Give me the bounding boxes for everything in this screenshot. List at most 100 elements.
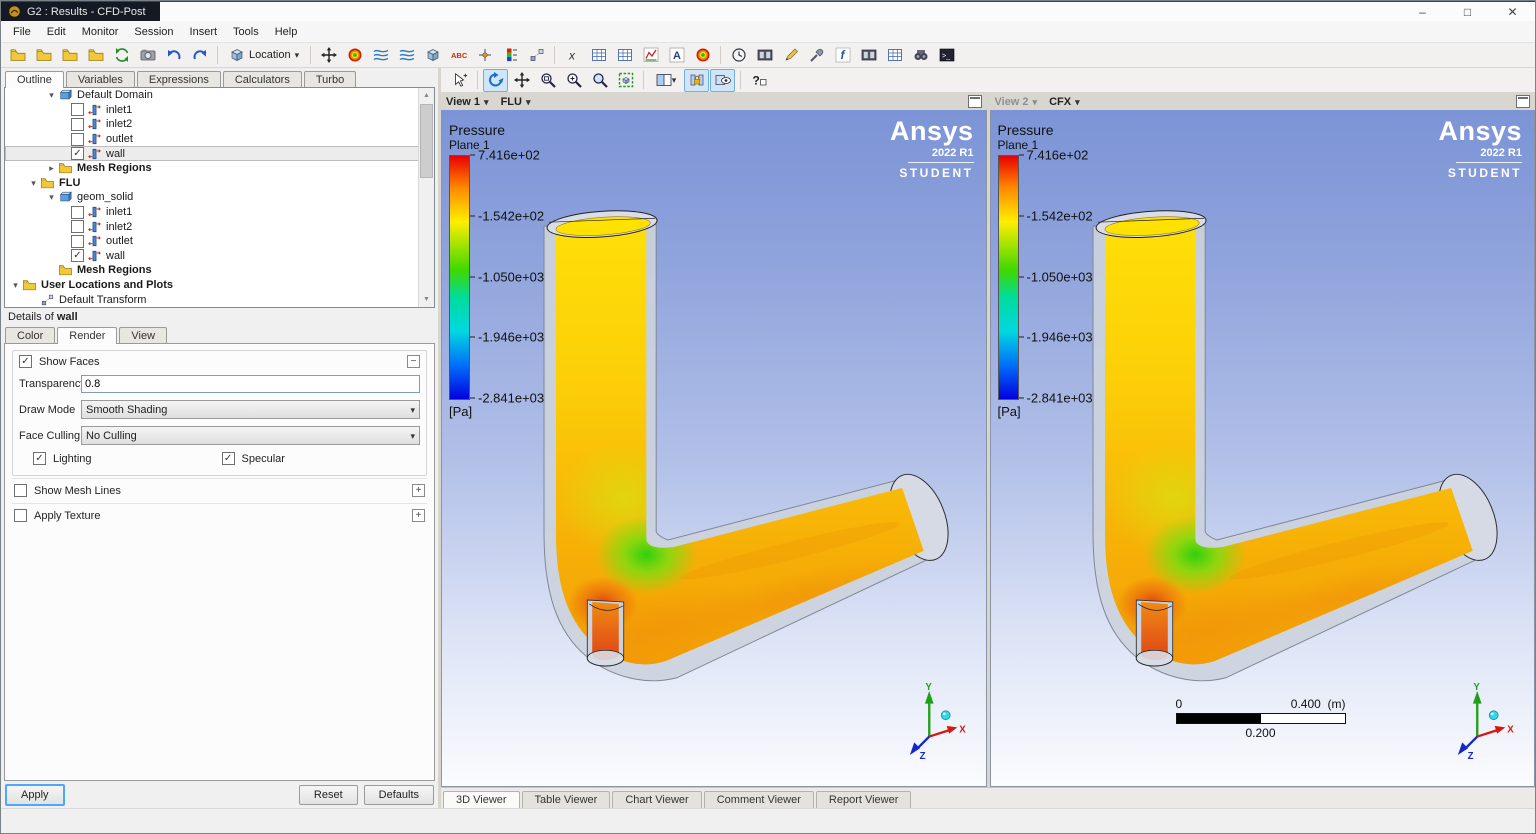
tree-item-default-transform[interactable]: Default Transform <box>5 292 434 307</box>
snapshot-button[interactable] <box>135 44 160 67</box>
tree-item-outlet[interactable]: outlet <box>5 132 434 147</box>
collapse-show-faces-button[interactable] <box>407 355 420 368</box>
calculators-button[interactable] <box>882 44 907 67</box>
select-tool-button[interactable] <box>447 69 472 92</box>
animation-button[interactable] <box>752 44 777 67</box>
tab-render[interactable]: Render <box>57 327 117 344</box>
expander-icon[interactable] <box>45 191 58 203</box>
transparency-input[interactable] <box>81 375 420 393</box>
expand-apply-texture-button[interactable] <box>412 509 425 522</box>
menu-help[interactable]: Help <box>267 23 306 41</box>
chevron-down-icon[interactable] <box>1033 96 1038 108</box>
export-button[interactable] <box>83 44 108 67</box>
axis-triad[interactable] <box>906 682 968 764</box>
minimize-button[interactable]: – <box>1400 2 1445 21</box>
3d-viewport-2[interactable]: Pressure Plane 1 7.416e+02 -1.542e+02 -1… <box>990 110 1536 787</box>
tab-calculators[interactable]: Calculators <box>223 71 302 88</box>
defaults-button[interactable]: Defaults <box>364 785 434 805</box>
chart-button[interactable] <box>638 44 663 67</box>
chevron-down-icon[interactable] <box>1075 96 1080 108</box>
3d-viewport-1[interactable]: Pressure Plane 1 7.416e+02 -1.542e+02 -1… <box>441 110 987 787</box>
text-label-button[interactable] <box>446 44 471 67</box>
sync-camera-button[interactable] <box>710 69 735 92</box>
expander-icon[interactable] <box>45 89 58 101</box>
close-button[interactable]: ✕ <box>1490 2 1535 21</box>
table-button[interactable] <box>612 44 637 67</box>
visibility-checkbox[interactable] <box>71 220 84 233</box>
redo-button[interactable] <box>187 44 212 67</box>
tree-item-geom-solid[interactable]: geom_solid <box>5 190 434 205</box>
pan-tool-button[interactable] <box>509 69 534 92</box>
face-culling-select[interactable]: No Culling <box>81 426 420 445</box>
visibility-checkbox[interactable] <box>71 103 84 116</box>
save-project-as-button[interactable] <box>57 44 82 67</box>
menu-insert[interactable]: Insert <box>182 23 226 41</box>
view-1-case-selector[interactable]: FLU <box>501 96 522 108</box>
visibility-checkbox[interactable] <box>71 235 84 248</box>
tab-3d-viewer[interactable]: 3D Viewer <box>443 791 520 808</box>
tree-item-inlet1[interactable]: inlet1 <box>5 103 434 118</box>
split-view-button[interactable] <box>649 69 683 92</box>
tree-scrollbar[interactable]: ▲ ▼ <box>418 88 434 307</box>
title-drag-area[interactable] <box>160 2 1400 21</box>
tab-table-viewer[interactable]: Table Viewer <box>522 791 611 808</box>
show-faces-checkbox[interactable] <box>19 355 32 368</box>
tree-item-mesh-regions-2[interactable]: Mesh Regions <box>5 263 434 278</box>
tab-color[interactable]: Color <box>5 327 55 344</box>
load-results-button[interactable] <box>5 44 30 67</box>
magnify-tool-button[interactable] <box>587 69 612 92</box>
probe-point-button[interactable] <box>472 44 497 67</box>
refresh-button[interactable] <box>109 44 134 67</box>
probe-tool-button[interactable] <box>804 44 829 67</box>
rotate-tool-button[interactable] <box>483 69 508 92</box>
view-2-selector[interactable]: View 2 <box>995 96 1029 108</box>
scroll-down-arrow[interactable]: ▼ <box>419 292 434 307</box>
contour-button[interactable] <box>342 44 367 67</box>
menu-edit[interactable]: Edit <box>39 23 74 41</box>
scrollbar-thumb[interactable] <box>420 104 433 178</box>
apply-button[interactable]: Apply <box>5 784 65 806</box>
lighting-checkbox[interactable] <box>33 452 46 465</box>
view-1-selector[interactable]: View 1 <box>446 96 480 108</box>
table-alpha-button[interactable] <box>586 44 611 67</box>
sync-zoom-button[interactable] <box>684 69 709 92</box>
tab-report-viewer[interactable]: Report Viewer <box>816 791 912 808</box>
tree-item-outlet-2[interactable]: outlet <box>5 234 434 249</box>
reset-button[interactable]: Reset <box>299 785 358 805</box>
undo-button[interactable] <box>161 44 186 67</box>
viewport-2-maximize-button[interactable] <box>1516 95 1530 108</box>
zoom-in-tool-button[interactable] <box>561 69 586 92</box>
menu-file[interactable]: File <box>5 23 39 41</box>
viewport-1-maximize-button[interactable] <box>968 95 982 108</box>
tree-item-flu[interactable]: FLU <box>5 176 434 191</box>
tab-comment-viewer[interactable]: Comment Viewer <box>704 791 814 808</box>
tab-turbo[interactable]: Turbo <box>304 71 356 88</box>
chevron-down-icon[interactable] <box>484 96 489 108</box>
figure-button[interactable] <box>690 44 715 67</box>
text-annotation-button[interactable] <box>664 44 689 67</box>
viewer-help-button[interactable] <box>746 69 771 92</box>
apply-texture-checkbox[interactable] <box>14 509 27 522</box>
command-editor-button[interactable] <box>934 44 959 67</box>
menu-monitor[interactable]: Monitor <box>74 23 127 41</box>
menu-tools[interactable]: Tools <box>225 23 267 41</box>
tree-item-wall[interactable]: wall <box>5 146 434 161</box>
specular-checkbox[interactable] <box>222 452 235 465</box>
tab-chart-viewer[interactable]: Chart Viewer <box>612 791 701 808</box>
tab-variables[interactable]: Variables <box>66 71 135 88</box>
streamline-2-button[interactable] <box>394 44 419 67</box>
chevron-down-icon[interactable] <box>526 96 531 108</box>
tree-item-mesh-regions[interactable]: Mesh Regions <box>5 161 434 176</box>
tree-item-inlet2-2[interactable]: inlet2 <box>5 219 434 234</box>
visibility-checkbox[interactable] <box>71 133 84 146</box>
timestep-selector-button[interactable] <box>726 44 751 67</box>
legend-button[interactable] <box>498 44 523 67</box>
visibility-checkbox[interactable] <box>71 118 84 131</box>
view-2-case-selector[interactable]: CFX <box>1049 96 1071 108</box>
tree-item-inlet1-2[interactable]: inlet1 <box>5 205 434 220</box>
draw-mode-select[interactable]: Smooth Shading <box>81 400 420 419</box>
maximize-button[interactable]: □ <box>1445 2 1490 21</box>
location-selector[interactable]: Location <box>223 45 305 65</box>
expander-icon[interactable] <box>45 162 58 174</box>
tree-item-wall-2[interactable]: wall <box>5 249 434 264</box>
